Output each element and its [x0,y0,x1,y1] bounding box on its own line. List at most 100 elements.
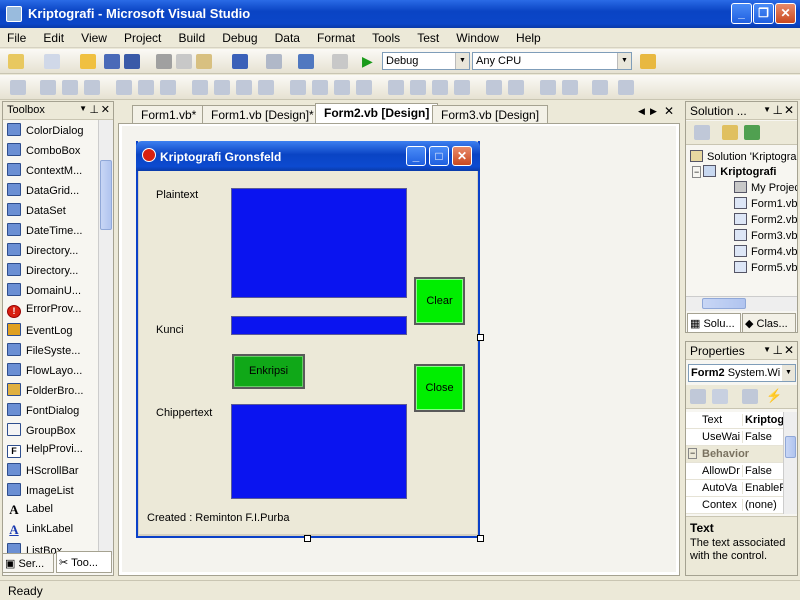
dropdown-icon[interactable]: ▼ [79,104,87,113]
toolbox-item[interactable]: HScrollBar [3,460,98,480]
toolbox-item[interactable]: DomainU... [3,280,98,300]
resize-handle-corner[interactable] [477,535,484,542]
events-icon[interactable]: ⚡ [766,389,782,404]
chippertext-output[interactable] [231,404,407,499]
scroll-thumb[interactable] [785,436,796,458]
toolbox-item[interactable]: Directory... [3,260,98,280]
close-window-button[interactable]: ✕ [775,3,796,24]
tab-form3-design[interactable]: Form3.vb [Design] [432,105,549,123]
toolbox-item[interactable]: FolderBro... [3,380,98,400]
paste-icon[interactable] [196,54,212,69]
property-row-usewaitcursor[interactable]: UseWai False [686,429,783,446]
menu-file[interactable]: File [0,28,33,45]
v-spacing-decrease-icon[interactable] [432,80,448,95]
toolbox-item[interactable]: F HelpProvi... [3,440,98,460]
property-row-contextmenu[interactable]: Contex (none) [686,497,783,514]
scroll-right-icon[interactable]: ▶ [650,106,657,117]
close-icon[interactable]: ✕ [784,103,794,117]
new-project-icon[interactable] [8,54,24,69]
center-horizontally-icon[interactable] [486,80,502,95]
properties-icon[interactable] [694,125,710,140]
align-middles-icon[interactable] [138,80,154,95]
v-spacing-icon[interactable] [388,80,404,95]
h-spacing-decrease-icon[interactable] [334,80,350,95]
menu-project[interactable]: Project [117,28,168,45]
tab-form2-design[interactable]: Form2.vb [Design] [315,103,439,123]
toolbox-item[interactable]: A Label [3,500,98,520]
tree-item-project[interactable]: − Kriptografi [692,164,777,180]
menu-edit[interactable]: Edit [36,28,71,45]
tab-form1-code[interactable]: Form1.vb* [132,105,206,123]
refresh-icon[interactable] [744,125,760,140]
form-title-bar[interactable]: Kriptografi Gronsfeld _ □ ✕ [136,141,480,171]
categorized-icon[interactable] [690,389,706,404]
align-tops-icon[interactable] [116,80,132,95]
close-document-icon[interactable]: ✕ [664,104,674,118]
menu-test[interactable]: Test [410,28,446,45]
toolbox-item[interactable]: DataGrid... [3,180,98,200]
align-grid-icon[interactable] [10,80,26,95]
form-close-button[interactable]: ✕ [452,146,472,166]
navigate-icon[interactable] [298,54,314,69]
find-icon[interactable] [332,54,348,69]
class-view-tab[interactable]: ◆ Clas... [742,313,796,333]
toolbox-item[interactable]: ContextM... [3,160,98,180]
property-row-allowdrop[interactable]: AllowDr False [686,463,783,480]
same-height-icon[interactable] [214,80,230,95]
h-spacing-remove-icon[interactable] [356,80,372,95]
toolbox-item[interactable]: DataSet [3,200,98,220]
restore-button[interactable]: ❐ [753,3,774,24]
tree-item-form4[interactable]: Form4.vb [734,244,797,260]
open-folder-icon[interactable] [80,54,96,69]
tree-item-form2[interactable]: Form2.vb [734,212,797,228]
size-to-grid-icon[interactable] [258,80,274,95]
minimize-button[interactable]: _ [731,3,752,24]
dropdown-icon[interactable]: ▼ [763,345,771,354]
property-grid-scrollbar[interactable] [783,412,797,514]
tree-item-form3[interactable]: Form3.vb [734,228,797,244]
pin-icon[interactable]: ⊥ [773,103,783,117]
scroll-left-icon[interactable]: ◀ [638,106,645,117]
toolbox-item[interactable]: FontDialog [3,400,98,420]
menu-tools[interactable]: Tools [365,28,407,45]
save-all-icon[interactable] [124,54,140,69]
center-vertically-icon[interactable] [508,80,524,95]
toolbox-item[interactable]: FlowLayo... [3,360,98,380]
toolbox-item[interactable]: EventLog [3,320,98,340]
scroll-thumb[interactable] [100,160,112,230]
toolbox-item[interactable]: ! ErrorProv... [3,300,98,320]
collapse-icon[interactable]: − [692,166,702,178]
menu-help[interactable]: Help [509,28,548,45]
toolbox-item[interactable]: A LinkLabel [3,520,98,540]
cut-icon[interactable] [156,54,172,69]
align-lefts-icon[interactable] [40,80,56,95]
align-bottoms-icon[interactable] [160,80,176,95]
toolbox-item[interactable]: FileSyste... [3,340,98,360]
v-spacing-increase-icon[interactable] [410,80,426,95]
bring-to-front-icon[interactable] [540,80,556,95]
property-row-text[interactable]: Text Kriptog [686,412,783,429]
menu-build[interactable]: Build [171,28,212,45]
close-icon[interactable]: ✕ [101,103,110,116]
align-rights-icon[interactable] [84,80,100,95]
platform-select[interactable]: Any CPU ▼ [472,52,632,70]
form-minimize-button[interactable]: _ [406,146,426,166]
resize-handle-bottom[interactable] [304,535,311,542]
toolbox-item[interactable]: ComboBox [3,140,98,160]
menu-data[interactable]: Data [268,28,307,45]
align-centers-icon[interactable] [62,80,78,95]
same-width-icon[interactable] [192,80,208,95]
lock-controls-icon[interactable] [592,80,608,95]
send-to-back-icon[interactable] [562,80,578,95]
toolbox-tab[interactable]: ✂ Too... [56,551,112,573]
toolbox-item[interactable]: ColorDialog [3,120,98,140]
find-in-files-icon[interactable] [640,54,656,69]
save-icon[interactable] [104,54,120,69]
scroll-thumb[interactable] [702,298,746,309]
toolbox-item[interactable]: ImageList [3,480,98,500]
redo-icon[interactable] [266,54,282,69]
solution-hscrollbar[interactable] [686,296,797,311]
copy-icon[interactable] [176,54,192,69]
server-explorer-tab[interactable]: ▣ Ser... [2,553,54,573]
h-spacing-icon[interactable] [290,80,306,95]
